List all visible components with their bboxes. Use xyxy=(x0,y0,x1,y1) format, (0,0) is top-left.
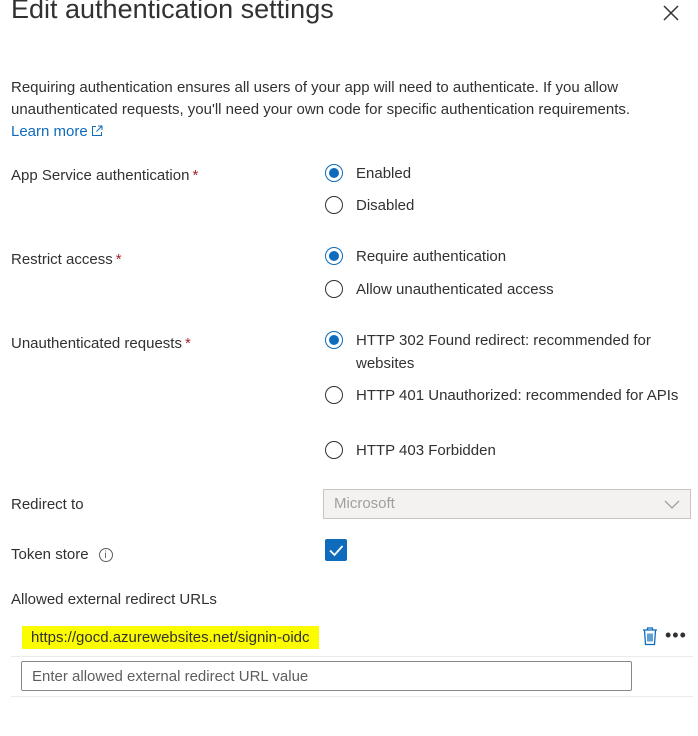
radio-allow-unauthenticated[interactable]: Allow unauthenticated access xyxy=(325,278,686,301)
close-icon[interactable] xyxy=(660,2,682,24)
external-link-icon xyxy=(91,125,103,136)
allowed-urls-label: Allowed external redirect URLs xyxy=(11,591,217,608)
app-service-auth-label: App Service authentication * xyxy=(11,167,199,184)
trash-icon[interactable] xyxy=(641,626,659,646)
add-url-row xyxy=(11,656,693,697)
redirect-url-value[interactable]: https://gocd.azurewebsites.net/signin-oi… xyxy=(22,626,319,649)
learn-more-link[interactable]: Learn more xyxy=(11,123,103,140)
panel-title: Edit authentication settings xyxy=(11,0,334,24)
description: Requiring authentication ensures all use… xyxy=(11,77,691,143)
chevron-down-icon xyxy=(664,500,680,509)
radio-enabled[interactable]: Enabled xyxy=(325,162,686,185)
more-options-icon[interactable]: ••• xyxy=(665,625,687,646)
radio-disabled[interactable]: Disabled xyxy=(325,194,686,217)
radio-http-403[interactable]: HTTP 403 Forbidden xyxy=(325,439,686,462)
redirect-to-label: Redirect to xyxy=(11,496,84,513)
description-text: Requiring authentication ensures all use… xyxy=(11,79,631,118)
radio-http-302[interactable]: HTTP 302 Found redirect: recommended for… xyxy=(325,329,686,375)
token-store-label: Token store i xyxy=(11,546,113,563)
radio-selected-icon xyxy=(325,164,343,182)
redirect-url-input[interactable] xyxy=(21,661,632,691)
list-item: https://gocd.azurewebsites.net/signin-oi… xyxy=(11,618,693,657)
radio-unselected-icon xyxy=(325,441,343,459)
radio-selected-icon xyxy=(325,331,343,349)
radio-selected-icon xyxy=(325,247,343,265)
required-indicator: * xyxy=(192,167,199,184)
required-indicator: * xyxy=(184,335,191,352)
restrict-access-label: Restrict access * xyxy=(11,251,122,268)
redirect-to-dropdown[interactable]: Microsoft xyxy=(323,489,691,519)
token-store-checkbox[interactable] xyxy=(325,539,347,561)
radio-require-authentication[interactable]: Require authentication xyxy=(325,245,686,268)
radio-unselected-icon xyxy=(325,280,343,298)
checkmark-icon xyxy=(329,545,344,557)
redirect-to-value: Microsoft xyxy=(334,495,395,512)
radio-unselected-icon xyxy=(325,386,343,404)
radio-unselected-icon xyxy=(325,196,343,214)
radio-http-401[interactable]: HTTP 401 Unauthorized: recommended for A… xyxy=(325,384,686,407)
unauthenticated-requests-label: Unauthenticated requests * xyxy=(11,335,191,352)
info-icon[interactable]: i xyxy=(98,548,113,562)
required-indicator: * xyxy=(115,251,122,268)
